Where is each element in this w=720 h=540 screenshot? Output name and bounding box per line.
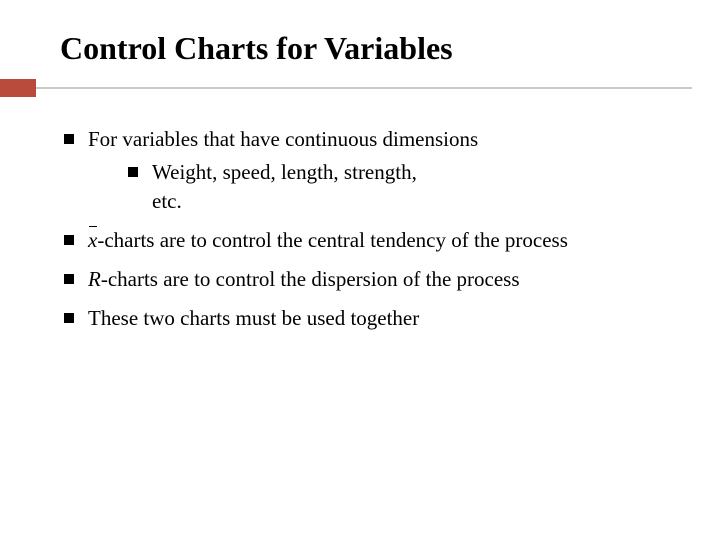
bullet-item: These two charts must be used together [60, 304, 680, 333]
slide-content: For variables that have continuous dimen… [60, 125, 680, 333]
bullet-list: For variables that have continuous dimen… [60, 125, 680, 333]
bullet-item: x-charts are to control the central tend… [60, 226, 680, 255]
accent-block [0, 79, 36, 97]
slide-title: Control Charts for Variables [60, 30, 720, 67]
bullet-text: These two charts must be used together [88, 306, 419, 330]
bullet-item: For variables that have continuous dimen… [60, 125, 680, 216]
sub-bullet-item: Weight, speed, length, strength, etc. [124, 158, 424, 216]
xbar-symbol: x [88, 226, 97, 255]
r-symbol: R [88, 267, 101, 291]
bullet-text: -charts are to control the central tende… [97, 228, 568, 252]
title-divider [0, 73, 720, 97]
sub-bullet-list: Weight, speed, length, strength, etc. [88, 158, 680, 216]
bullet-item: R-charts are to control the dispersion o… [60, 265, 680, 294]
bullet-text: -charts are to control the dispersion of… [101, 267, 520, 291]
slide: Control Charts for Variables For variabl… [0, 0, 720, 540]
divider-line [36, 87, 692, 89]
sub-bullet-text: Weight, speed, length, strength, etc. [152, 160, 417, 213]
bullet-text: For variables that have continuous dimen… [88, 127, 478, 151]
